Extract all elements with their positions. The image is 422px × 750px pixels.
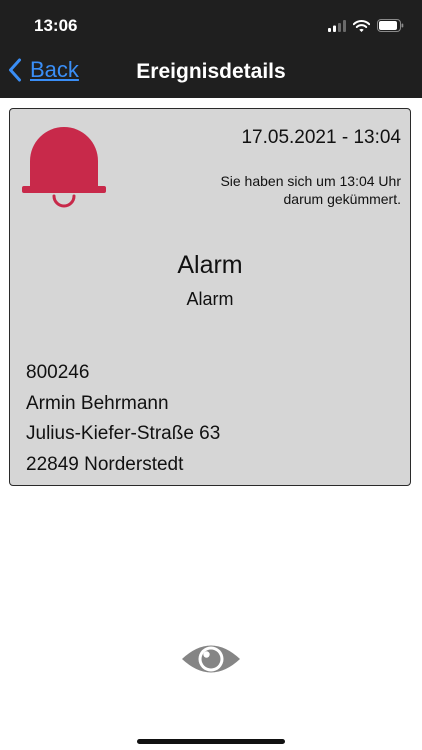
wifi-icon — [353, 19, 370, 32]
top-bar: 13:06 Back Ereignisdetails — [0, 0, 422, 98]
battery-icon — [377, 19, 404, 32]
event-subtype: Alarm — [186, 289, 234, 309]
care-note-line: darum gekümmert. — [283, 191, 401, 207]
view-button[interactable] — [181, 640, 241, 683]
status-time: 13:06 — [34, 16, 78, 35]
event-card: 17.05.2021 - 13:04 Sie haben sich um 13:… — [9, 108, 411, 486]
bell-icon — [22, 127, 106, 208]
contact-name: Armin Behrmann — [26, 392, 169, 414]
page-title: Ereignisdetails — [136, 60, 286, 83]
cellular-signal-icon — [328, 19, 346, 32]
status-icons — [328, 19, 404, 32]
contact-city: 22849 Norderstedt — [26, 453, 184, 475]
care-note: Sie haben sich um 13:04 Uhr darum gekümm… — [171, 172, 401, 208]
contact-id: 800246 — [26, 362, 90, 383]
event-type: Alarm — [177, 251, 243, 279]
event-datetime: 17.05.2021 - 13:04 — [241, 127, 401, 148]
care-note-line: Sie haben sich um 13:04 Uhr — [220, 173, 401, 189]
eye-icon — [182, 645, 240, 673]
contact-street: Julius-Kiefer-Straße 63 — [26, 423, 221, 444]
contact-block: 800246 Armin Behrmann Julius-Kiefer-Stra… — [26, 361, 220, 483]
home-indicator[interactable] — [137, 739, 285, 744]
